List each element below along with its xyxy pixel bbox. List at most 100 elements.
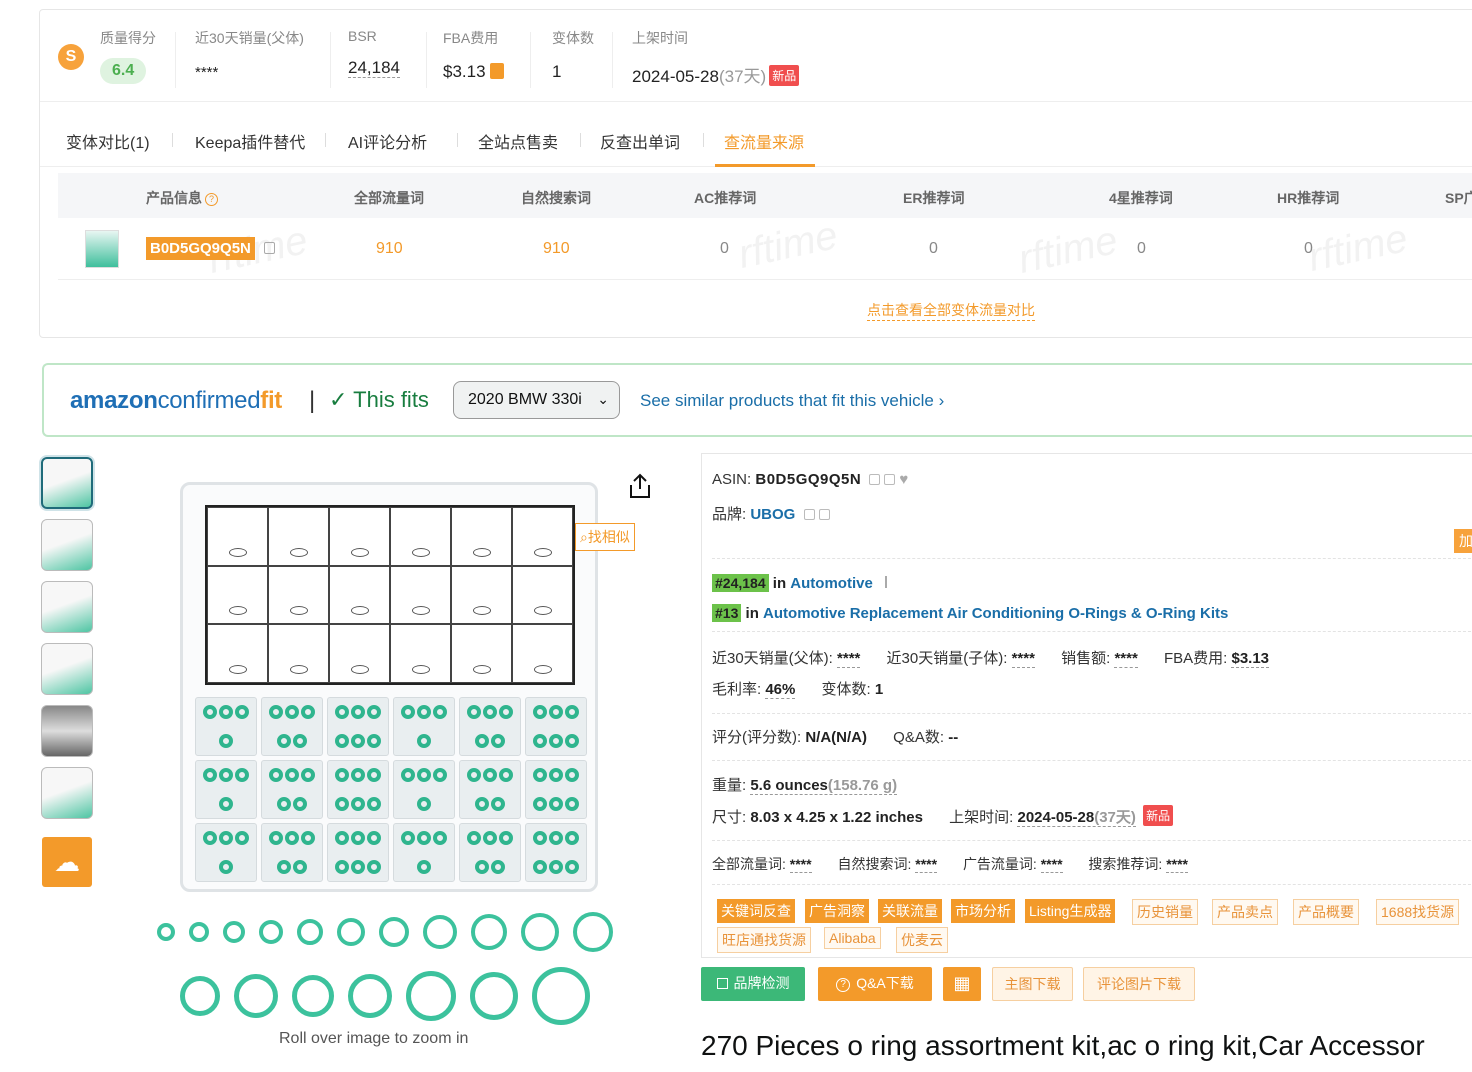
- help-icon[interactable]: ?: [205, 193, 218, 206]
- fit-separator: |: [309, 387, 316, 414]
- tool-wangdiantong-source[interactable]: 旺店通找货源: [717, 927, 811, 953]
- tool-youmaiyun[interactable]: 优麦云: [896, 927, 948, 953]
- tool-history-sales[interactable]: 历史销量: [1132, 899, 1198, 925]
- bar-chart-icon[interactable]: [884, 576, 901, 588]
- category-link[interactable]: Automotive Replacement Air Conditioning …: [763, 605, 1228, 622]
- main-image-download-button[interactable]: 主图下载: [992, 967, 1073, 1001]
- size-chart-cell: [451, 624, 512, 683]
- oring-icon: [301, 767, 315, 782]
- plugin-logo-icon: S: [58, 44, 84, 70]
- watermark: rftime: [1304, 216, 1412, 280]
- divider: [580, 133, 581, 147]
- compartment: [525, 760, 587, 819]
- oring-sample-icon: [406, 971, 456, 1021]
- copy-icon[interactable]: [803, 509, 815, 520]
- oring-icon: [533, 797, 547, 812]
- oring-icon: [269, 830, 283, 845]
- oring-icon: [293, 797, 307, 812]
- compartment: [459, 823, 521, 882]
- divider: [712, 840, 1472, 841]
- tool-market-analysis[interactable]: 市场分析: [951, 899, 1015, 923]
- tab-variant-compare[interactable]: 变体对比(1): [66, 129, 150, 153]
- oring-sample-icon: [379, 917, 409, 947]
- thumbnail-2[interactable]: [41, 519, 93, 571]
- divider: [612, 32, 613, 88]
- copy-icon[interactable]: [264, 242, 275, 254]
- cell-all-keywords[interactable]: 910: [376, 240, 403, 258]
- external-link-icon[interactable]: [818, 509, 830, 520]
- oring-icon: [285, 704, 299, 719]
- oring-icon: [417, 734, 431, 749]
- view-all-variant-traffic-link[interactable]: 点击查看全部变体流量对比: [867, 300, 1035, 321]
- oring-icon: [269, 767, 283, 782]
- oring-icon: [483, 704, 497, 719]
- tool-ad-insight[interactable]: 广告洞察: [805, 899, 869, 923]
- add-button[interactable]: 加入: [1454, 529, 1472, 553]
- cell-organic-keywords[interactable]: 910: [543, 240, 570, 258]
- oring-sample-icon: [471, 914, 507, 950]
- product-title: 270 Pieces o ring assortment kit,ac o ri…: [701, 1030, 1425, 1061]
- calculator-icon[interactable]: [489, 63, 504, 79]
- oring-icon: [219, 830, 233, 845]
- oring-icon: [533, 860, 547, 875]
- asin-badge[interactable]: B0D5GQ9Q5N: [146, 237, 255, 260]
- col-ac-keywords: AC推荐词: [694, 190, 757, 206]
- compartment: [459, 760, 521, 819]
- find-similar-label: 找相似: [587, 529, 630, 545]
- oring-icon: [277, 797, 291, 812]
- product-thumbnail[interactable]: [85, 230, 119, 268]
- chevron-down-icon: ⌄: [597, 391, 609, 407]
- brand-link[interactable]: UBOG: [750, 506, 795, 523]
- weight-row: 重量: 5.6 ounces(158.76 g): [712, 777, 898, 795]
- stat-bsr-value[interactable]: 24,184: [348, 58, 400, 78]
- tab-keepa[interactable]: Keepa插件替代: [195, 129, 305, 153]
- calculator-button[interactable]: ▦: [943, 967, 981, 1001]
- thumbnail-1[interactable]: [41, 457, 93, 509]
- tool-alibaba[interactable]: Alibaba: [824, 927, 881, 949]
- copy-icon[interactable]: [869, 474, 881, 485]
- main-product-image[interactable]: [150, 452, 620, 1025]
- stat-quality: 质量得分 6.4: [100, 28, 156, 84]
- category-link[interactable]: Automotive: [790, 575, 873, 592]
- tab-all-sites[interactable]: 全站点售卖: [478, 129, 558, 153]
- oring-icon: [467, 830, 481, 845]
- oring-icon: [219, 734, 233, 749]
- thumbnail-5[interactable]: [41, 705, 93, 757]
- qa-download-button[interactable]: ? Q&A下载: [818, 967, 932, 1001]
- tab-ai-review[interactable]: AI评论分析: [348, 129, 427, 153]
- stat-quality-label: 质量得分: [100, 30, 156, 46]
- brand-check-button[interactable]: 品牌检测: [701, 967, 805, 1001]
- thumbnail-6[interactable]: [41, 767, 93, 819]
- vehicle-select[interactable]: 2020 BMW 330i ⌄: [453, 381, 620, 419]
- tab-reverse-keywords[interactable]: 反查出单词: [600, 129, 680, 153]
- oring-icon: [219, 797, 233, 812]
- oring-icon: [475, 797, 489, 812]
- heart-icon[interactable]: ♥: [899, 471, 908, 488]
- tool-keyword-reverse[interactable]: 关键词反查: [717, 899, 795, 923]
- tab-traffic-source[interactable]: 查流量来源: [724, 129, 804, 153]
- find-similar-button[interactable]: ⌕找相似: [575, 523, 635, 551]
- oring-sample-icon: [189, 922, 209, 942]
- copy-link-icon[interactable]: [884, 474, 896, 485]
- compartment: [525, 823, 587, 882]
- oring-icon: [491, 734, 505, 749]
- tool-product-summary[interactable]: 产品概要: [1293, 899, 1359, 925]
- col-sp-keywords: SP广: [1445, 190, 1472, 206]
- tool-1688-source[interactable]: 1688找货源: [1376, 899, 1460, 925]
- ring-samples-row: [150, 967, 620, 1025]
- see-similar-products-link[interactable]: See similar products that fit this vehic…: [640, 391, 944, 411]
- review-image-download-button[interactable]: 评论图片下载: [1083, 967, 1195, 1001]
- stats-bar: S 质量得分 6.4 近30天销量(父体) **** BSR 24,184 FB…: [40, 10, 1472, 102]
- asin-row: ASIN: B0D5GQ9Q5N ♥: [712, 471, 909, 488]
- cloud-download-button[interactable]: ☁: [42, 837, 92, 887]
- thumbnail-3[interactable]: [41, 581, 93, 633]
- tool-related-traffic[interactable]: 关联流量: [878, 899, 942, 923]
- thumbnail-4[interactable]: [41, 643, 93, 695]
- oring-icon: [293, 860, 307, 875]
- divider: [172, 133, 173, 147]
- oring-icon: [533, 830, 547, 845]
- share-icon[interactable]: [628, 473, 652, 499]
- tool-selling-points[interactable]: 产品卖点: [1212, 899, 1278, 925]
- oring-case-illustration: [180, 482, 598, 892]
- tool-listing-generator[interactable]: Listing生成器: [1025, 899, 1116, 923]
